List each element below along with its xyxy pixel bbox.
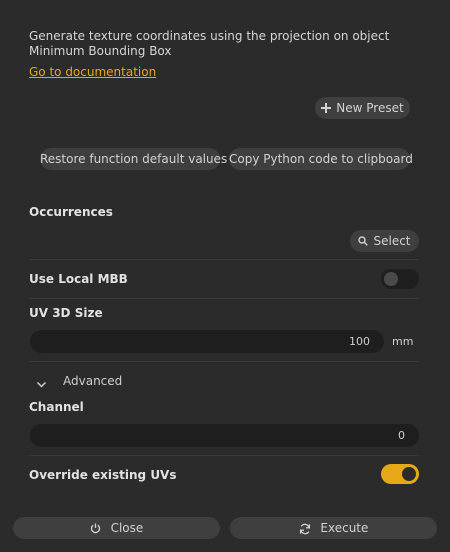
uv3d-size-label: UV 3D Size	[29, 306, 103, 320]
advanced-label: Advanced	[63, 374, 123, 388]
documentation-link[interactable]: Go to documentation	[29, 65, 156, 79]
power-icon	[90, 521, 111, 535]
copy-python-label: Copy Python code to clipboard	[229, 152, 413, 166]
new-preset-label: New Preset	[336, 101, 404, 115]
occurrences-label: Occurrences	[29, 205, 113, 219]
channel-input[interactable]: 0	[30, 424, 419, 447]
close-label: Close	[110, 521, 144, 535]
close-button[interactable]: Close	[13, 517, 220, 539]
restore-defaults-button[interactable]: Restore function default values	[40, 148, 227, 170]
refresh-icon	[299, 521, 321, 535]
execute-button[interactable]: Execute	[230, 517, 437, 539]
function-description: Generate texture coordinates using the p…	[29, 29, 390, 58]
channel-label: Channel	[29, 400, 84, 414]
uv3d-size-unit: mm	[392, 335, 414, 348]
use-local-mbb-toggle[interactable]	[381, 269, 419, 289]
divider	[29, 259, 419, 260]
chevron-down-icon	[36, 375, 47, 394]
override-uvs-label: Override existing UVs	[29, 468, 177, 482]
divider	[29, 455, 419, 456]
execute-label: Execute	[320, 521, 369, 535]
select-button[interactable]: Select	[350, 230, 419, 252]
override-uvs-toggle[interactable]	[381, 464, 419, 484]
search-icon	[358, 231, 369, 253]
divider	[29, 298, 419, 299]
copy-python-button[interactable]: Copy Python code to clipboard	[229, 148, 413, 170]
plus-icon	[321, 98, 332, 120]
restore-defaults-label: Restore function default values	[40, 152, 228, 166]
toggle-knob	[384, 272, 398, 286]
select-label: Select	[373, 234, 411, 248]
use-local-mbb-label: Use Local MBB	[29, 272, 128, 286]
new-preset-button[interactable]: New Preset	[315, 97, 410, 119]
uv3d-size-input[interactable]: 100	[30, 330, 384, 353]
toggle-knob	[402, 467, 416, 481]
divider	[29, 361, 419, 362]
